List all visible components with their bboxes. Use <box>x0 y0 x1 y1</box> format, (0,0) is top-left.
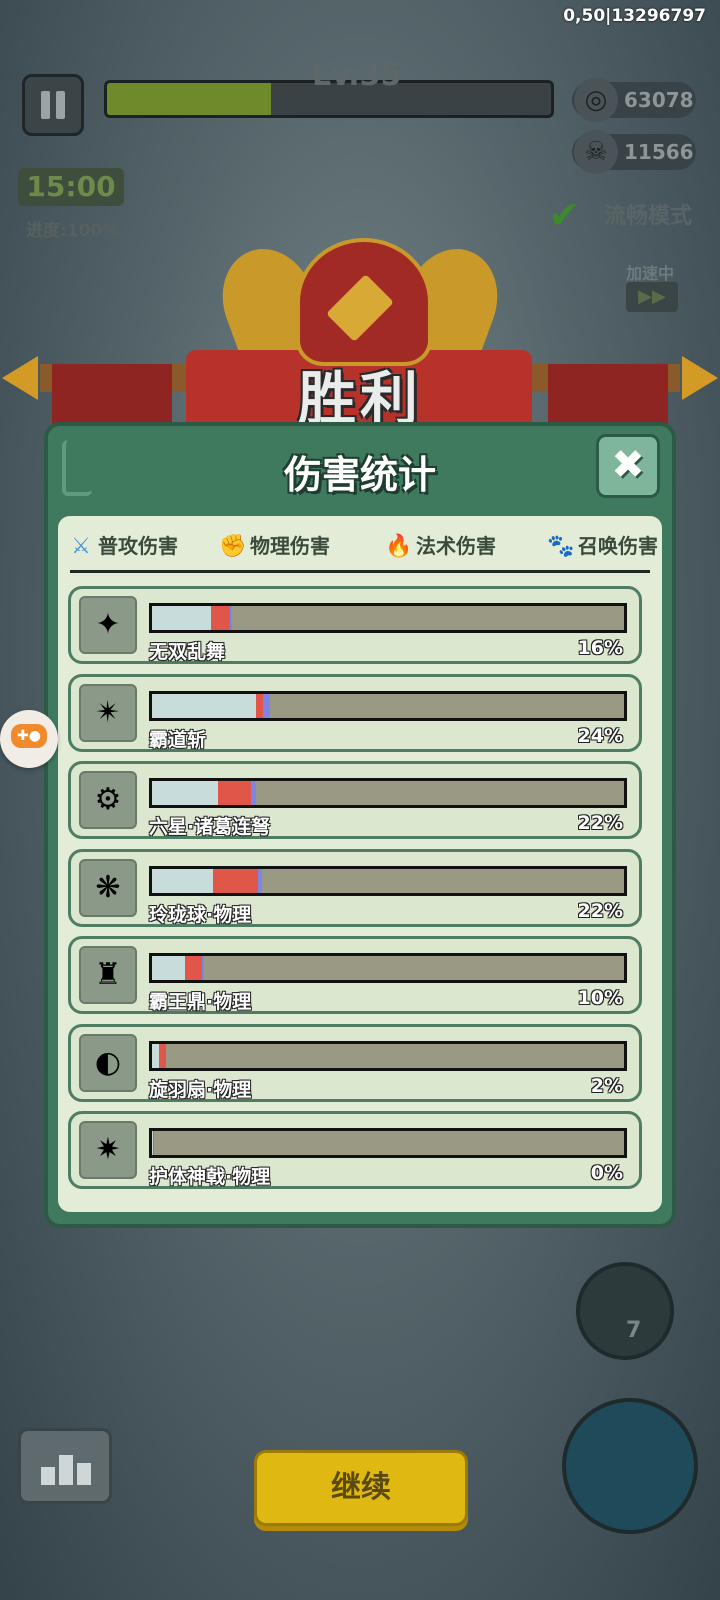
ultimate-skill-button[interactable] <box>562 1398 698 1534</box>
damage-percent: 22% <box>577 899 623 922</box>
tab-flame[interactable]: 🔥 法术伤害 <box>384 526 496 566</box>
bar-segment-physical <box>159 1043 167 1068</box>
skill-name: 旋羽扇·物理 <box>149 1078 252 1101</box>
bar-segment-magic <box>201 956 204 980</box>
kill-count: 11566 <box>624 140 694 164</box>
crossbow-icon: ⚙ <box>79 771 137 829</box>
damage-bar <box>149 690 627 721</box>
damage-row: ✴ 霸道斩 24% <box>68 673 642 752</box>
bar-segment-physical <box>255 693 263 718</box>
bar-segment-attack <box>152 956 186 980</box>
damage-percent: 24% <box>577 724 623 747</box>
damage-bar <box>149 778 627 808</box>
progress-label: 进度:100% <box>26 221 120 241</box>
bar-segment-attack <box>152 606 211 630</box>
bar-segment-physical <box>185 956 202 980</box>
damage-percent: 16% <box>577 637 623 659</box>
bar-segment-attack <box>152 1043 160 1068</box>
tab-label: 召唤伤害 <box>578 534 658 558</box>
smooth-mode-toggle[interactable]: 流畅模式 <box>604 198 692 230</box>
flame-icon: 🔥 <box>385 534 413 559</box>
skill-name: 六星·诸葛连弩 <box>149 816 271 838</box>
damage-percent: 10% <box>577 987 623 1009</box>
legend-tabs: ⚔ 普攻伤害 ✊ 物理伤害 🔥 法术伤害 🐾 召唤伤害 <box>58 526 662 566</box>
skill-name: 无双乱舞 <box>149 641 226 663</box>
fist-icon: ✊ <box>219 534 247 559</box>
debug-readout: 0,50|13296797 <box>563 6 706 26</box>
match-timer: 15:00 <box>18 168 124 206</box>
panel-body: ⚔ 普攻伤害 ✊ 物理伤害 🔥 法术伤害 🐾 召唤伤害 ✦ 无双乱舞 16% ✴ 霸道斩 24% ⚙ 六星·… <box>58 516 662 1212</box>
damage-stats-panel: 伤害统计 ✖ ⚔ 普攻伤害 ✊ 物理伤害 🔥 法术伤害 🐾 召唤伤害 ✦ 无双乱舞 16% ✴ 霸道斩… <box>44 422 676 1228</box>
speed-label: 加速中 <box>626 264 675 283</box>
tab-paw[interactable]: 🐾 召唤伤害 <box>546 526 658 566</box>
checkmark-icon: ✔ <box>548 193 580 237</box>
coin-icon: ◎ <box>574 78 618 122</box>
bar-segment-magic <box>229 606 233 630</box>
stats-button[interactable] <box>18 1428 112 1504</box>
tab-fist[interactable]: ✊ 物理伤害 <box>218 526 330 566</box>
damage-percent: 22% <box>577 812 623 834</box>
damage-bar <box>149 953 627 983</box>
damage-row: ♜ 霸王鼎·物理 10% <box>68 936 642 1014</box>
skill-name: 霸道斩 <box>149 728 207 751</box>
halberd-icon: ✷ <box>79 1121 137 1179</box>
bar-segment-physical <box>218 781 252 805</box>
bar-segment-attack <box>152 781 219 805</box>
orb-icon: ❋ <box>79 858 137 917</box>
skill-name: 霸王鼎·物理 <box>149 991 252 1013</box>
bar-segment-magic <box>251 781 256 805</box>
feather-fan-icon: ◐ <box>79 1033 137 1092</box>
bar-segment-attack <box>152 868 214 893</box>
damage-row: ⚙ 六星·诸葛连弩 22% <box>68 761 642 839</box>
skill-slot[interactable] <box>576 1262 674 1360</box>
continue-button[interactable]: 继续 <box>254 1450 468 1526</box>
skill-name: 玲珑球·物理 <box>149 903 252 926</box>
damage-percent: 0% <box>590 1162 623 1184</box>
bar-segment-magic <box>258 868 262 893</box>
pause-button[interactable] <box>22 74 84 136</box>
speed-up-button[interactable]: ▶▶ <box>626 282 678 312</box>
xp-bar-fill <box>107 83 272 115</box>
skill-slot-count: 7 <box>626 1318 642 1343</box>
bar-segment-physical <box>213 868 259 893</box>
tab-label: 物理伤害 <box>250 534 330 558</box>
bar-segment-attack <box>152 693 256 718</box>
damage-row: ✦ 无双乱舞 16% <box>68 586 642 664</box>
damage-bar <box>149 865 627 896</box>
sword-icon: ⚔ <box>71 534 91 559</box>
coin-counter: ◎ 63078 <box>572 78 696 122</box>
skill-name: 护体神戟·物理 <box>149 1166 271 1188</box>
skull-icon: ☠ <box>574 130 618 174</box>
purple-slash-icon: ✴ <box>79 683 137 742</box>
tab-divider <box>70 570 650 573</box>
floating-gamepad-button[interactable]: ✚● <box>0 710 58 768</box>
ice-blades-icon: ✦ <box>79 596 137 654</box>
damage-bar <box>149 1128 627 1158</box>
damage-percent: 2% <box>590 1074 623 1097</box>
damage-row: ✷ 护体神戟·物理 0% <box>68 1111 642 1189</box>
damage-row: ❋ 玲珑球·物理 22% <box>68 848 642 927</box>
kill-counter: ☠ 11566 <box>572 130 696 174</box>
cauldron-icon: ♜ <box>79 946 137 1004</box>
bar-segment-physical <box>211 606 230 630</box>
level-label: Lv.35 <box>312 58 402 93</box>
tab-label: 普攻伤害 <box>98 534 178 558</box>
podium-icon-left <box>41 1467 55 1485</box>
paw-icon: 🐾 <box>547 534 575 559</box>
podium-icon-center <box>59 1455 73 1485</box>
close-button[interactable]: ✖ <box>596 434 660 498</box>
bar-segment-physical <box>153 1131 155 1155</box>
panel-title: 伤害统计 <box>283 453 436 497</box>
tab-label: 法术伤害 <box>416 534 496 558</box>
damage-bar <box>149 603 627 633</box>
coin-count: 63078 <box>624 88 694 112</box>
bar-segment-magic <box>262 693 270 718</box>
gamepad-icon: ✚● <box>11 724 47 748</box>
damage-bar <box>149 1040 627 1071</box>
damage-row: ◐ 旋羽扇·物理 2% <box>68 1023 642 1102</box>
podium-icon-right <box>77 1463 91 1485</box>
pause-icon-bar-right <box>56 91 65 119</box>
pause-icon-bar-left <box>41 91 50 119</box>
tab-sword[interactable]: ⚔ 普攻伤害 <box>66 526 178 566</box>
